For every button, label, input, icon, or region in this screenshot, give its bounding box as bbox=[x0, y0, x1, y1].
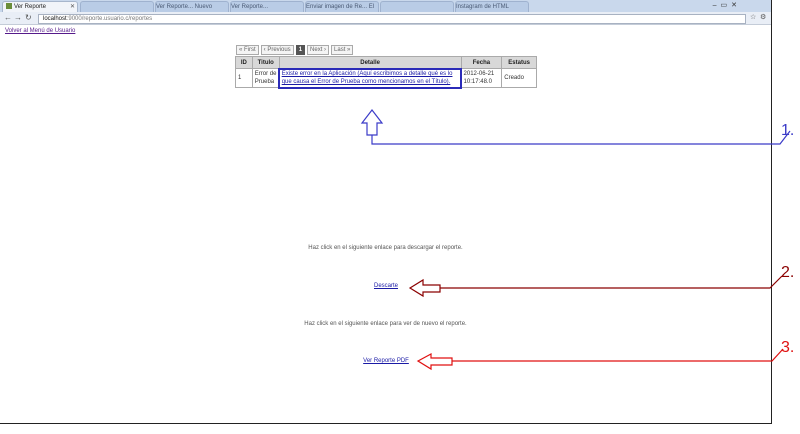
url-path: :9000/reporte.usuario.c/reportes bbox=[66, 16, 153, 22]
url-host: localhost bbox=[43, 16, 67, 22]
annotation-label-1: 1. bbox=[781, 122, 795, 139]
cell-estatus: Creado bbox=[501, 68, 537, 88]
pagination: « First ‹ Previous 1 Next › Last » bbox=[236, 45, 354, 55]
tab-title: Ver Reporte bbox=[14, 4, 47, 10]
page-content: Volver al Menú de Usuario « First ‹ Prev… bbox=[0, 25, 771, 423]
address-bar[interactable]: localhost:9000/reporte.usuario.c/reporte… bbox=[38, 14, 746, 24]
cell-fecha: 2012-06-21 10:17:48.0 bbox=[460, 68, 503, 88]
window-right-edge bbox=[771, 0, 772, 423]
view-instruction: Haz click en el siguiente enlace para ve… bbox=[304, 321, 467, 327]
annotation-label-2: 2. bbox=[781, 264, 795, 281]
download-instruction: Haz click en el siguiente enlace para de… bbox=[308, 245, 463, 251]
cell-titulo: Error de Prueba bbox=[251, 68, 280, 88]
window-controls[interactable]: –▭✕ bbox=[713, 1, 741, 9]
back-to-user-menu-link[interactable]: Volver al Menú de Usuario bbox=[5, 28, 75, 34]
col-header-titulo: Titulo bbox=[251, 56, 280, 69]
col-header-estatus: Estatus bbox=[501, 56, 537, 69]
annotation-label-3: 3. bbox=[781, 339, 795, 356]
browser-toolbar: ← → ↻ localhost:9000/reporte.usuario.c/r… bbox=[0, 12, 771, 25]
detail-link[interactable]: Existe error en la Aplicación (Aquí escr… bbox=[282, 71, 453, 85]
col-header-id: ID bbox=[235, 56, 253, 69]
page-favicon-icon bbox=[6, 3, 12, 9]
pager-next[interactable]: Next › bbox=[307, 45, 330, 55]
reload-icon[interactable]: ↻ bbox=[25, 12, 32, 24]
reports-table: ID Titulo Detalle Fecha Estatus 1 Error … bbox=[235, 56, 537, 89]
window-bottom-edge bbox=[0, 423, 772, 424]
download-link[interactable]: Descarte bbox=[350, 283, 422, 289]
pager-last[interactable]: Last » bbox=[331, 45, 354, 55]
table-row: 1 Error de Prueba Existe error en la Apl… bbox=[235, 67, 537, 89]
pager-first[interactable]: « First bbox=[236, 45, 259, 55]
pager-previous[interactable]: ‹ Previous bbox=[260, 45, 294, 55]
cell-id: 1 bbox=[235, 68, 253, 88]
forward-arrow-icon[interactable]: → bbox=[14, 12, 22, 24]
wrench-menu-icon[interactable]: ⚙ bbox=[760, 13, 766, 21]
view-pdf-link[interactable]: Ver Reporte PDF bbox=[340, 358, 432, 364]
back-arrow-icon[interactable]: ← bbox=[4, 12, 12, 24]
col-header-fecha: Fecha bbox=[460, 56, 503, 69]
col-header-detalle: Detalle bbox=[278, 56, 462, 69]
pager-current[interactable]: 1 bbox=[295, 45, 306, 55]
bookmark-star-icon[interactable]: ☆ bbox=[750, 13, 756, 21]
tab-strip: Ver Reporte ✕ Ver Reporte... Nuevo Ver R… bbox=[0, 0, 771, 13]
cell-detalle: Existe error en la Aplicación (Aquí escr… bbox=[278, 67, 463, 89]
